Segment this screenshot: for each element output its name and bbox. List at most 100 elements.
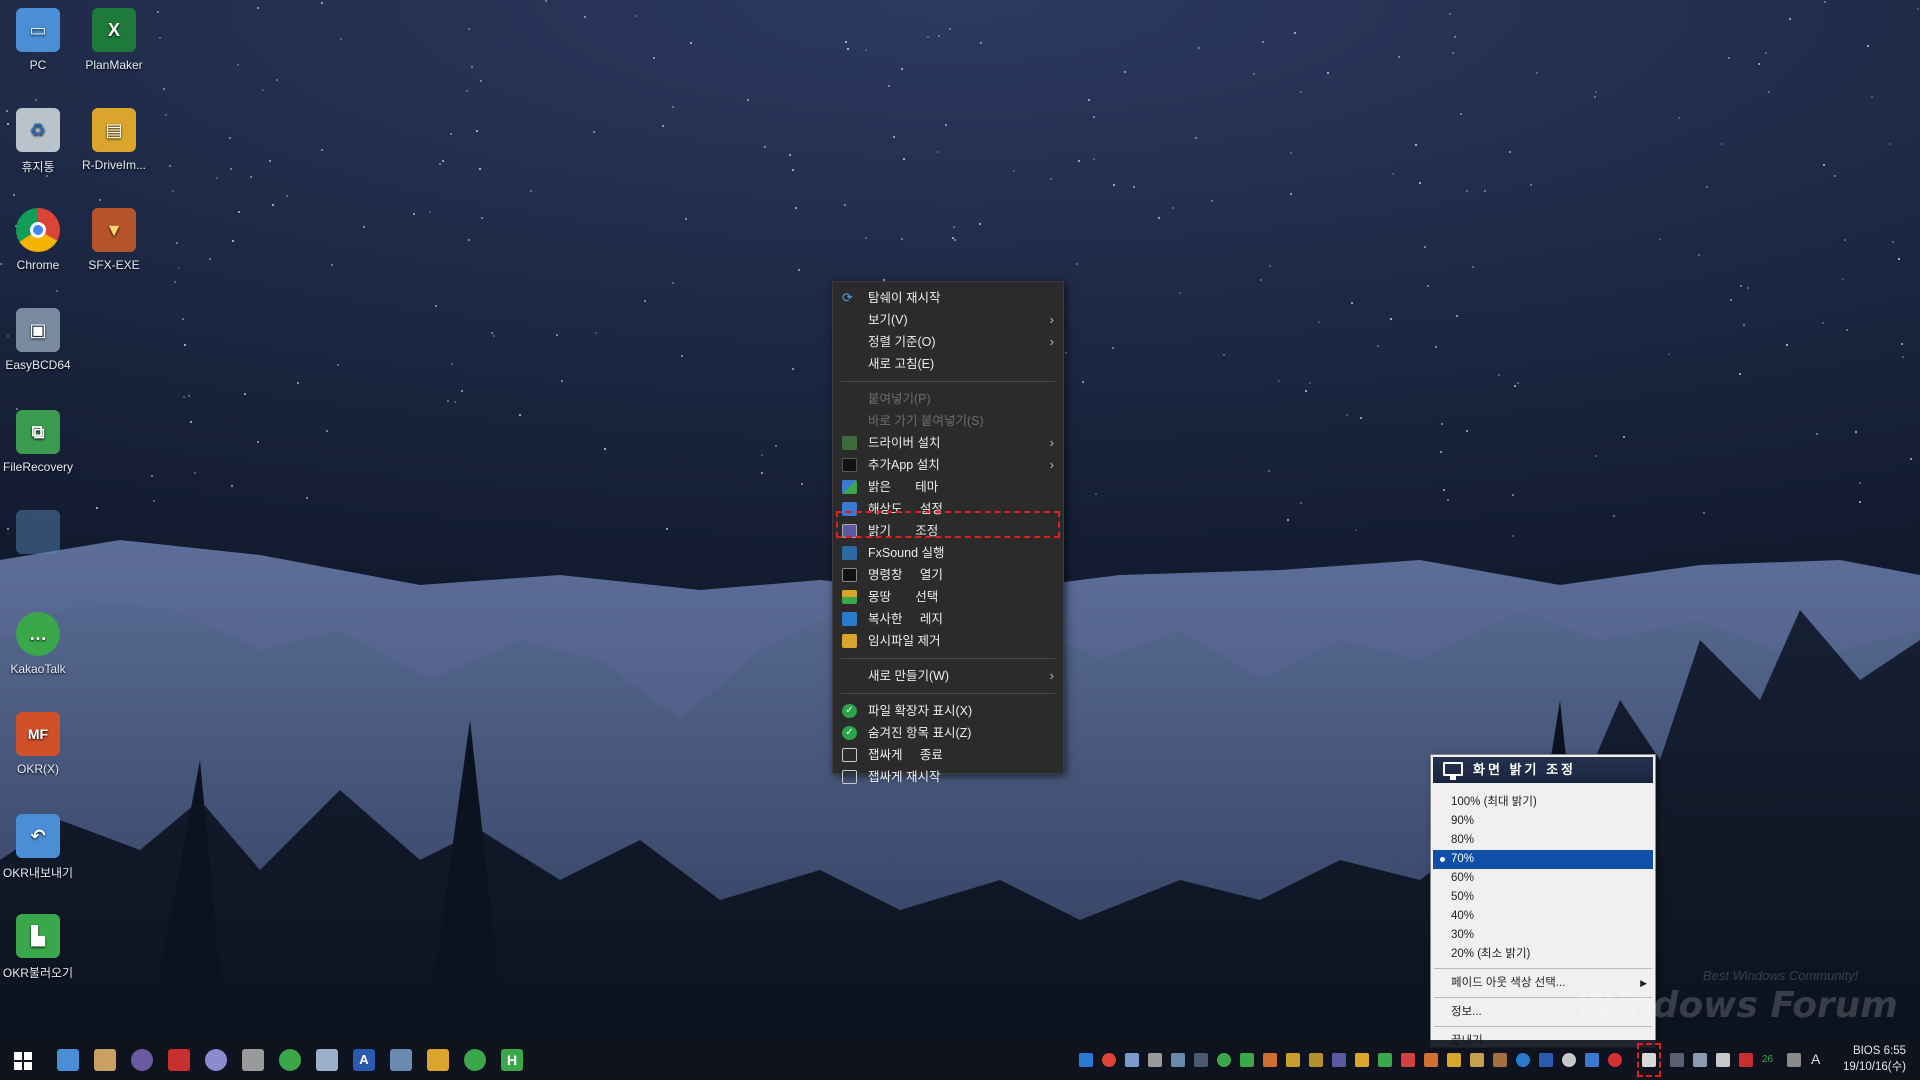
tray-badge[interactable]: 26: [1762, 1054, 1773, 1065]
desktop-icon-recycle-bin[interactable]: ♻ 휴지통: [0, 108, 76, 175]
taskbar-app-file-icon[interactable]: [316, 1049, 338, 1071]
taskbar-app-archive-icon[interactable]: [94, 1049, 116, 1071]
package-icon: ▼: [92, 208, 136, 252]
tray-icon-3[interactable]: [1125, 1053, 1139, 1067]
desktop-icon-okr[interactable]: MF OKR(X): [0, 712, 76, 776]
theme-icon: [842, 480, 857, 494]
tray-icon-10[interactable]: [1286, 1053, 1300, 1067]
select-all-icon: [842, 590, 857, 604]
menu-item-open-cmd[interactable]: 명령창 열기: [833, 564, 1063, 586]
desktop-icon-okr-export[interactable]: ↶ OKR내보내기: [0, 814, 76, 881]
chevron-right-icon: ›: [1049, 668, 1054, 683]
menu-item-restart-explorer[interactable]: ⟳ 탐쉐이 재시작: [833, 287, 1063, 309]
brightness-option-100[interactable]: 100% (최대 밝기): [1431, 793, 1655, 812]
tray-pen-icon[interactable]: [1787, 1053, 1801, 1067]
start-button[interactable]: [14, 1052, 32, 1070]
desktop-icon-okr-import[interactable]: ▙ OKR불러오기: [0, 914, 76, 981]
tray-icon-9[interactable]: [1263, 1053, 1277, 1067]
tray-excel-icon[interactable]: [1378, 1053, 1392, 1067]
menu-item-view[interactable]: 보기(V) ›: [833, 309, 1063, 331]
menu-item-show-hidden[interactable]: ✓ 숨겨진 항목 표시(Z): [833, 722, 1063, 744]
tray-icon-4[interactable]: [1148, 1053, 1162, 1067]
brightness-option-40[interactable]: 40%: [1431, 907, 1655, 926]
tray-icon-16[interactable]: [1424, 1053, 1438, 1067]
brightness-popup-title: 화면 밝기 조정: [1473, 762, 1576, 777]
taskbar-app-disc-icon[interactable]: [131, 1049, 153, 1071]
tray-chrome-icon[interactable]: [1102, 1053, 1116, 1067]
desktop-icon-blurred[interactable]: [0, 510, 76, 560]
chat-bubble-icon: …: [16, 612, 60, 656]
tray-icon-23[interactable]: [1585, 1053, 1599, 1067]
tray-icon-19[interactable]: [1493, 1053, 1507, 1067]
taskbar-app-h-icon[interactable]: H: [501, 1049, 523, 1071]
menu-item-new[interactable]: 새로 만들기(W) ›: [833, 665, 1063, 687]
desktop-icon-planmaker[interactable]: X PlanMaker: [76, 8, 152, 72]
desktop-icon-easybcd[interactable]: ▣ EasyBCD64: [0, 308, 76, 372]
tray-icon-11[interactable]: [1309, 1053, 1323, 1067]
desktop-icon-pc[interactable]: ▭ PC: [0, 8, 76, 72]
desktop-icon-label: OKR불러오기: [2, 966, 74, 980]
menu-item-app-install[interactable]: 추가App 설치 ›: [833, 454, 1063, 476]
tray-chat-icon[interactable]: [1217, 1053, 1231, 1067]
menu-separator: [1434, 1026, 1652, 1027]
taskbar-app-browser-icon[interactable]: [279, 1049, 301, 1071]
menu-separator: [841, 381, 1055, 382]
brightness-option-70[interactable]: 70%: [1433, 850, 1653, 869]
menu-item-fxsound[interactable]: FxSound 실행: [833, 542, 1063, 564]
menu-item-quick-shutdown[interactable]: 잽싸게 종료: [833, 744, 1063, 766]
taskbar-app-tool-icon[interactable]: [168, 1049, 190, 1071]
brightness-option-80[interactable]: 80%: [1431, 831, 1655, 850]
menu-item-select-all[interactable]: 몽땅 선택: [833, 586, 1063, 608]
tray-folder-icon[interactable]: [1447, 1053, 1461, 1067]
menu-item-remove-temp[interactable]: 임시파일 제거: [833, 630, 1063, 652]
tray-icon-20[interactable]: [1516, 1053, 1530, 1067]
desktop-icon-filerecovery[interactable]: ⧉ FileRecovery: [0, 410, 76, 474]
taskbar-app-settings-icon[interactable]: [427, 1049, 449, 1071]
taskbar-app-sync-icon[interactable]: [464, 1049, 486, 1071]
tray-icon-12[interactable]: [1332, 1053, 1346, 1067]
taskbar-app-monitor-icon[interactable]: [57, 1049, 79, 1071]
brightness-option-50[interactable]: 50%: [1431, 888, 1655, 907]
tray-icon-22[interactable]: [1562, 1053, 1576, 1067]
chevron-right-icon: ›: [1049, 312, 1054, 327]
tray-icon-6[interactable]: [1194, 1053, 1208, 1067]
tray-icon-13[interactable]: [1355, 1053, 1369, 1067]
menu-item-refresh[interactable]: 새로 고침(E): [833, 353, 1063, 375]
brightness-option-90[interactable]: 90%: [1431, 812, 1655, 831]
tray-icon-8[interactable]: [1240, 1053, 1254, 1067]
taskbar-app-globe-icon[interactable]: [205, 1049, 227, 1071]
tray-network-icon[interactable]: [1693, 1053, 1707, 1067]
desktop-icon-r-drive-image[interactable]: ▤ R-DriveIm...: [76, 108, 152, 172]
taskbar-app-diamond-icon[interactable]: [242, 1049, 264, 1071]
brightness-option-30[interactable]: 30%: [1431, 926, 1655, 945]
driver-icon: [842, 436, 857, 450]
tray-icon-pdf-red[interactable]: [1739, 1053, 1753, 1067]
tray-pdf-icon[interactable]: [1401, 1053, 1415, 1067]
desktop-icon-sfx-exe[interactable]: ▼ SFX-EXE: [76, 208, 152, 272]
tray-icon-1[interactable]: [1079, 1053, 1093, 1067]
desktop-icon-kakaotalk[interactable]: … KakaoTalk: [0, 612, 76, 676]
tray-icon-21[interactable]: [1539, 1053, 1553, 1067]
menu-item-quick-restart[interactable]: 잽싸게 재시작: [833, 766, 1063, 788]
menu-item-sort-by[interactable]: 정렬 기준(O) ›: [833, 331, 1063, 353]
input-method-indicator[interactable]: A: [1811, 1051, 1820, 1067]
brightness-option-60[interactable]: 60%: [1431, 869, 1655, 888]
cleanup-icon: [842, 634, 857, 648]
brightness-option-label: 30%: [1451, 929, 1475, 941]
menu-item-show-extensions[interactable]: ✓ 파일 확장자 표시(X): [833, 700, 1063, 722]
brightness-option-20[interactable]: 20% (최소 밝기): [1431, 945, 1655, 964]
taskbar-clock[interactable]: BIOS 6:55 19/10/16(수): [1843, 1043, 1906, 1075]
desktop-icon-chrome[interactable]: Chrome: [0, 208, 76, 272]
menu-item-label: 새로 고침(E): [868, 357, 935, 371]
menu-item-light-theme[interactable]: 밝은 테마: [833, 476, 1063, 498]
menu-item-copied-registry[interactable]: 복사한 레지: [833, 608, 1063, 630]
menu-item-driver-install[interactable]: 드라이버 설치 ›: [833, 432, 1063, 454]
taskbar-app-network-icon[interactable]: [390, 1049, 412, 1071]
tray-icon-24[interactable]: [1608, 1053, 1622, 1067]
tray-icon-5[interactable]: [1171, 1053, 1185, 1067]
taskbar-app-a-icon[interactable]: A: [353, 1049, 375, 1071]
tray-display-icon[interactable]: [1716, 1053, 1730, 1067]
tray-icon-18[interactable]: [1470, 1053, 1484, 1067]
okr-icon: MF: [16, 712, 60, 756]
tray-grid-icon[interactable]: [1670, 1053, 1684, 1067]
